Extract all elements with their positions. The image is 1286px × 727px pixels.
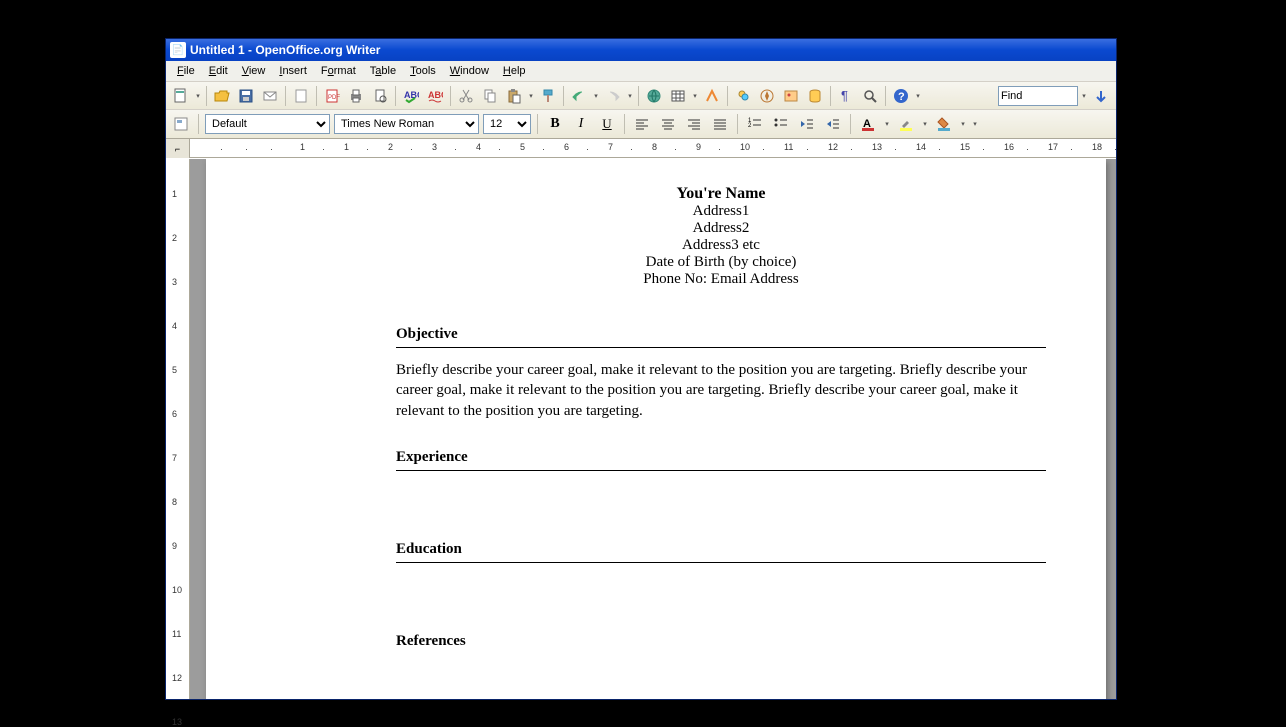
indent-button[interactable]: [822, 113, 844, 135]
find-input[interactable]: [998, 86, 1078, 106]
format-overflow[interactable]: ▾: [971, 113, 979, 135]
draw-button[interactable]: [701, 85, 723, 107]
svg-text:ABC: ABC: [404, 90, 419, 100]
svg-text:ABC: ABC: [428, 90, 443, 100]
section-references: References: [396, 633, 1046, 654]
font-color-dropdown[interactable]: ▾: [883, 113, 891, 135]
document-area[interactable]: You're Name Address1 Address2 Address3 e…: [190, 159, 1116, 699]
save-button[interactable]: [235, 85, 257, 107]
format-toolbar: Default Times New Roman 12 B I U 12 A ▾ …: [166, 110, 1116, 139]
italic-button[interactable]: I: [570, 113, 592, 135]
align-justify-button[interactable]: [709, 113, 731, 135]
help-button[interactable]: ?: [890, 85, 912, 107]
table-dropdown[interactable]: ▾: [691, 85, 699, 107]
menu-view[interactable]: View: [235, 63, 273, 79]
zoom-button[interactable]: [859, 85, 881, 107]
dob: Date of Birth (by choice): [396, 254, 1046, 271]
font-combo[interactable]: Times New Roman: [334, 114, 479, 134]
menu-insert[interactable]: Insert: [272, 63, 314, 79]
bgcolor-button[interactable]: [933, 113, 955, 135]
page[interactable]: You're Name Address1 Address2 Address3 e…: [206, 159, 1106, 699]
objective-text: Briefly describe your career goal, make …: [396, 360, 1046, 421]
hyperlink-button[interactable]: [643, 85, 665, 107]
bullet-list-button[interactable]: [770, 113, 792, 135]
section-experience: Experience: [396, 449, 1046, 471]
menu-tools[interactable]: Tools: [403, 63, 443, 79]
vertical-ruler[interactable]: 12345678910111213: [166, 159, 190, 699]
svg-text:PDF: PDF: [328, 95, 340, 101]
print-button[interactable]: [345, 85, 367, 107]
address1: Address1: [396, 203, 1046, 220]
svg-text:?: ?: [898, 91, 905, 103]
autospell-button[interactable]: ABC: [424, 85, 446, 107]
svg-text:2: 2: [748, 123, 752, 129]
edit-file-button[interactable]: [290, 85, 312, 107]
open-button[interactable]: [211, 85, 233, 107]
highlight-button[interactable]: [895, 113, 917, 135]
table-button[interactable]: [667, 85, 689, 107]
phone-email: Phone No: Email Address: [396, 271, 1046, 288]
ruler-corner: ⌐: [166, 139, 190, 158]
find-dropdown[interactable]: ▾: [1080, 85, 1088, 107]
ruler-area: ⌐ ···1·1·2·3·4·5·6·7·8·9·10·11·12·13·14·…: [166, 139, 1116, 158]
redo-dropdown[interactable]: ▾: [626, 85, 634, 107]
name-heading: You're Name: [396, 185, 1046, 203]
paste-button[interactable]: [503, 85, 525, 107]
standard-toolbar: ▾ PDF ABC ABC ▾ ▾ ▾ ▾ ¶: [166, 82, 1116, 110]
align-right-button[interactable]: [683, 113, 705, 135]
nonprint-button[interactable]: ¶: [835, 85, 857, 107]
bold-button[interactable]: B: [544, 113, 566, 135]
preview-button[interactable]: [369, 85, 391, 107]
svg-text:¶: ¶: [841, 88, 848, 103]
new-button[interactable]: [170, 85, 192, 107]
menu-edit[interactable]: Edit: [202, 63, 235, 79]
undo-button[interactable]: [568, 85, 590, 107]
align-center-button[interactable]: [657, 113, 679, 135]
cut-button[interactable]: [455, 85, 477, 107]
horizontal-ruler[interactable]: ···1·1·2·3·4·5·6·7·8·9·10·11·12·13·14·15…: [190, 139, 1116, 158]
numbered-list-button[interactable]: 12: [744, 113, 766, 135]
menu-file[interactable]: File: [170, 63, 202, 79]
email-button[interactable]: [259, 85, 281, 107]
spellcheck-button[interactable]: ABC: [400, 85, 422, 107]
menu-table[interactable]: Table: [363, 63, 403, 79]
align-left-button[interactable]: [631, 113, 653, 135]
format-paint-button[interactable]: [537, 85, 559, 107]
section-objective: Objective: [396, 326, 1046, 348]
address3: Address3 etc: [396, 237, 1046, 254]
window-title: Untitled 1 - OpenOffice.org Writer: [190, 43, 380, 57]
outdent-button[interactable]: [796, 113, 818, 135]
paste-dropdown[interactable]: ▾: [527, 85, 535, 107]
section-education: Education: [396, 541, 1046, 563]
copy-button[interactable]: [479, 85, 501, 107]
navigator-button[interactable]: [756, 85, 778, 107]
datasources-button[interactable]: [804, 85, 826, 107]
find-next-button[interactable]: [1090, 85, 1112, 107]
font-color-button[interactable]: A: [857, 113, 879, 135]
underline-button[interactable]: U: [596, 113, 618, 135]
find-button[interactable]: [732, 85, 754, 107]
menu-format[interactable]: Format: [314, 63, 363, 79]
app-window: 📄 Untitled 1 - OpenOffice.org Writer Fil…: [165, 38, 1117, 700]
gallery-button[interactable]: [780, 85, 802, 107]
highlight-dropdown[interactable]: ▾: [921, 113, 929, 135]
redo-button[interactable]: [602, 85, 624, 107]
bgcolor-dropdown[interactable]: ▾: [959, 113, 967, 135]
menu-help[interactable]: Help: [496, 63, 533, 79]
toolbar-overflow[interactable]: ▾: [914, 85, 922, 107]
styles-button[interactable]: [170, 113, 192, 135]
pdf-button[interactable]: PDF: [321, 85, 343, 107]
style-combo[interactable]: Default: [205, 114, 330, 134]
new-dropdown[interactable]: ▾: [194, 85, 202, 107]
app-icon: 📄: [170, 42, 186, 58]
address2: Address2: [396, 220, 1046, 237]
menu-window[interactable]: Window: [443, 63, 496, 79]
size-combo[interactable]: 12: [483, 114, 531, 134]
undo-dropdown[interactable]: ▾: [592, 85, 600, 107]
titlebar[interactable]: 📄 Untitled 1 - OpenOffice.org Writer: [166, 39, 1116, 61]
menubar: File Edit View Insert Format Table Tools…: [166, 61, 1116, 82]
